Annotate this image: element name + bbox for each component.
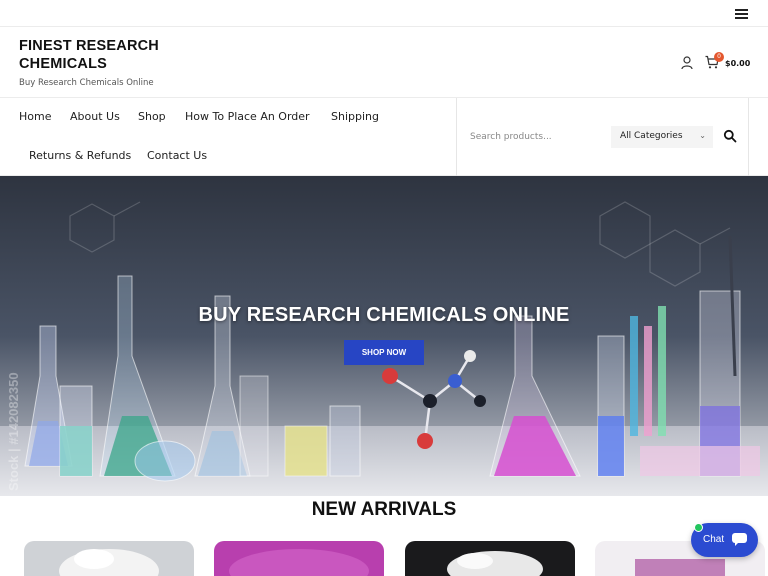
- cart-total[interactable]: $0.00: [725, 59, 750, 68]
- online-status-dot: [694, 523, 703, 532]
- product-image: [405, 541, 575, 576]
- product-card[interactable]: [24, 541, 194, 576]
- nav-item-contact-us[interactable]: Contact Us: [147, 149, 207, 162]
- nav-item-shop[interactable]: Shop: [138, 110, 166, 123]
- user-icon[interactable]: [681, 56, 693, 70]
- product-card[interactable]: [405, 541, 575, 576]
- nav-item-home[interactable]: Home: [19, 110, 51, 123]
- nav-item-returns-refunds[interactable]: Returns & Refunds: [29, 149, 131, 162]
- product-image: [24, 541, 194, 576]
- chat-bubble-icon: [732, 533, 747, 546]
- product-card[interactable]: [214, 541, 384, 576]
- nav-divider: [456, 98, 457, 176]
- search-icon[interactable]: [723, 129, 737, 143]
- site-header: FINEST RESEARCH CHEMICALS Buy Research C…: [0, 27, 768, 98]
- hero-banner: BUY RESEARCH CHEMICALS ONLINE SHOP NOW S…: [0, 176, 768, 496]
- hero-title: BUY RESEARCH CHEMICALS ONLINE: [198, 304, 570, 326]
- menu-icon[interactable]: [735, 9, 748, 19]
- category-select-value: All Categories: [620, 131, 683, 141]
- shop-now-button[interactable]: SHOP NOW: [344, 340, 424, 365]
- category-select[interactable]: All Categories ⌄: [611, 126, 713, 148]
- product-image: [214, 541, 384, 576]
- brand[interactable]: FINEST RESEARCH CHEMICALS Buy Research C…: [19, 37, 179, 88]
- nav-divider: [748, 98, 749, 176]
- site-tagline: Buy Research Chemicals Online: [19, 78, 154, 88]
- watermark-text: Stock | #142082350: [6, 372, 21, 491]
- chat-widget-button[interactable]: Chat: [691, 523, 758, 557]
- search-input[interactable]: [470, 128, 600, 146]
- stock-watermark: Stock | #142082350: [6, 366, 30, 496]
- nav-item-about-us[interactable]: About Us: [70, 110, 120, 123]
- top-bar: [0, 0, 768, 27]
- chevron-down-icon: ⌄: [699, 131, 706, 140]
- site-title[interactable]: FINEST RESEARCH CHEMICALS: [19, 37, 179, 73]
- nav-item-how-to-order[interactable]: How To Place An Order: [185, 110, 310, 123]
- new-arrivals-heading: NEW ARRIVALS: [311, 499, 457, 520]
- hero-image: [0, 176, 768, 496]
- cart-count-badge: 0: [714, 52, 724, 62]
- nav-item-shipping[interactable]: Shipping: [331, 110, 379, 123]
- chat-label: Chat: [703, 534, 725, 545]
